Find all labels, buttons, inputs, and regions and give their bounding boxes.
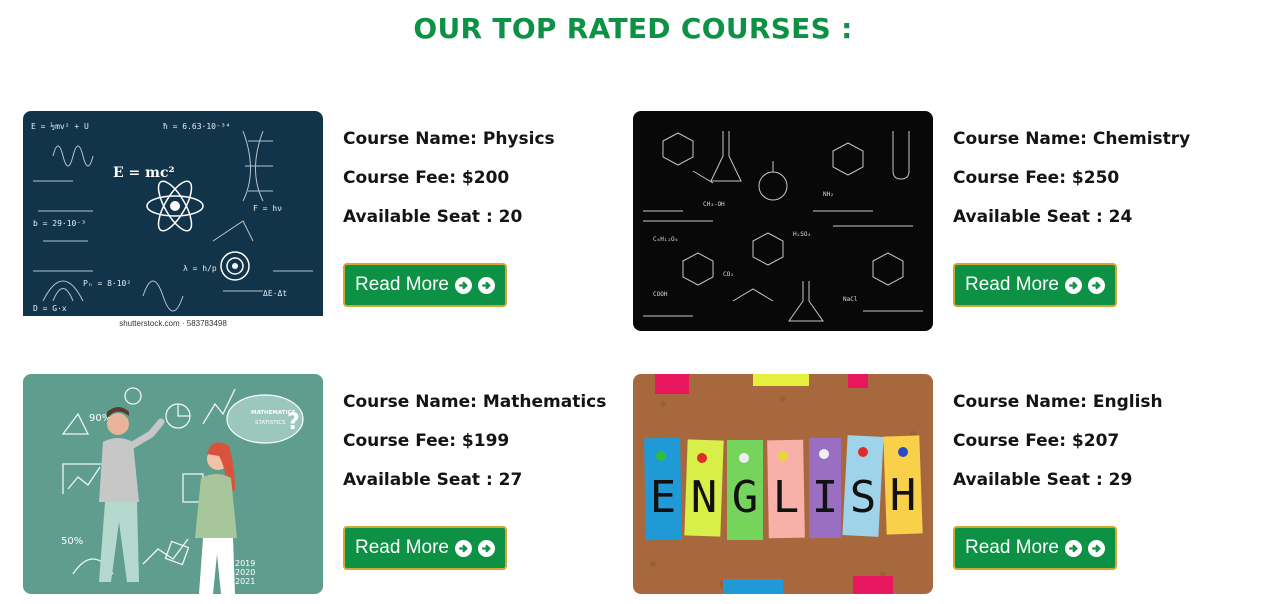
course-info: Course Name: Mathematics Course Fee: $19… (343, 391, 607, 570)
svg-text:H: H (890, 470, 917, 521)
svg-text:STATISTICS: STATISTICS (255, 420, 286, 426)
svg-text:CO₂: CO₂ (723, 271, 734, 278)
course-name: Course Name: Physics (343, 129, 555, 149)
course-fee: Course Fee: $207 (953, 431, 1120, 451)
svg-text:C₆H₁₂O₆: C₆H₁₂O₆ (653, 236, 678, 243)
svg-text:S: S (850, 472, 877, 523)
svg-text:G: G (732, 472, 759, 523)
course-info: Course Name: Chemistry Course Fee: $250 … (953, 128, 1191, 307)
course-info: Course Name: English Course Fee: $207 Av… (953, 391, 1163, 570)
svg-text:Pₙ = 8·10²: Pₙ = 8·10² (83, 279, 131, 288)
svg-text:COOH: COOH (653, 291, 668, 298)
physics-image: E = ½mv² + U ħ = 6.63·10⁻³⁴ F = hν b = 2… (23, 111, 323, 331)
chemistry-image: CH₃-OH NH₂ C₆H₁₂O₆ H₂SO₄ CO₂ NaCl COOH (633, 111, 933, 331)
svg-text:NaCl: NaCl (843, 296, 858, 303)
svg-text:NH₂: NH₂ (823, 191, 834, 198)
svg-text:2021: 2021 (235, 577, 255, 586)
svg-text:λ = h/p: λ = h/p (183, 264, 217, 273)
svg-text:E: E (650, 472, 677, 523)
svg-text:2020: 2020 (235, 568, 255, 577)
arrow-circle-right-icon (1065, 539, 1082, 557)
course-fee: Course Fee: $200 (343, 168, 510, 188)
svg-text:L: L (773, 472, 800, 523)
read-more-button[interactable]: Read More (953, 526, 1117, 570)
image-caption: shutterstock.com · 583783498 (119, 319, 227, 328)
arrow-circle-right-icon (455, 539, 472, 557)
arrow-circle-right-icon (478, 539, 495, 557)
arrow-circle-right-icon (455, 276, 472, 294)
svg-text:F = hν: F = hν (253, 204, 282, 213)
arrow-circle-right-icon (1088, 539, 1105, 557)
arrow-circle-right-icon (478, 276, 495, 294)
svg-text:b = 29·10⁻³: b = 29·10⁻³ (33, 219, 86, 228)
course-card-mathematics: MATHEMATICS STATISTICS ? 90% 50% 2019 20… (23, 374, 623, 596)
course-section: OUR TOP RATED COURSES : E = ½mv² + U ħ =… (0, 0, 1269, 604)
section-heading: OUR TOP RATED COURSES : (413, 12, 853, 45)
course-fee: Course Fee: $199 (343, 431, 510, 451)
course-info: Course Name: Physics Course Fee: $200 Av… (343, 128, 555, 307)
read-more-button[interactable]: Read More (343, 526, 507, 570)
course-card-physics: E = ½mv² + U ħ = 6.63·10⁻³⁴ F = hν b = 2… (23, 111, 623, 333)
arrow-circle-right-icon (1065, 276, 1082, 294)
svg-text:N: N (691, 472, 718, 523)
available-seat: Available Seat : 27 (343, 470, 523, 490)
arrow-circle-right-icon (1088, 276, 1105, 294)
course-name: Course Name: English (953, 392, 1163, 412)
english-image: E N G L I S H (633, 374, 933, 594)
course-card-english: E N G L I S H Course Name: English Cours… (633, 374, 1233, 596)
mathematics-image: MATHEMATICS STATISTICS ? 90% 50% 2019 20… (23, 374, 323, 594)
svg-text:ħ = 6.63·10⁻³⁴: ħ = 6.63·10⁻³⁴ (163, 122, 230, 131)
available-seat: Available Seat : 20 (343, 207, 523, 227)
read-more-button[interactable]: Read More (953, 263, 1117, 307)
image-percent-b: 50% (61, 536, 83, 547)
svg-text:E = ½mv² + U: E = ½mv² + U (31, 121, 89, 131)
course-name: Course Name: Chemistry (953, 129, 1191, 149)
svg-text:CH₃-OH: CH₃-OH (703, 201, 725, 208)
available-seat: Available Seat : 29 (953, 470, 1133, 490)
svg-text:H₂SO₄: H₂SO₄ (793, 231, 811, 238)
course-card-chemistry: CH₃-OH NH₂ C₆H₁₂O₆ H₂SO₄ CO₂ NaCl COOH C… (633, 111, 1233, 333)
svg-text:I: I (812, 472, 839, 523)
read-more-label: Read More (965, 537, 1059, 558)
physics-formula: E = mc² (113, 165, 175, 181)
read-more-label: Read More (355, 274, 449, 295)
course-fee: Course Fee: $250 (953, 168, 1120, 188)
read-more-label: Read More (965, 274, 1059, 295)
read-more-button[interactable]: Read More (343, 263, 507, 307)
svg-text:ΔE·Δt: ΔE·Δt (263, 289, 287, 298)
read-more-label: Read More (355, 537, 449, 558)
svg-text:?: ? (287, 410, 300, 435)
svg-text:2019: 2019 (235, 559, 255, 568)
course-name: Course Name: Mathematics (343, 392, 607, 412)
svg-text:D = G·x: D = G·x (33, 304, 67, 313)
available-seat: Available Seat : 24 (953, 207, 1133, 227)
